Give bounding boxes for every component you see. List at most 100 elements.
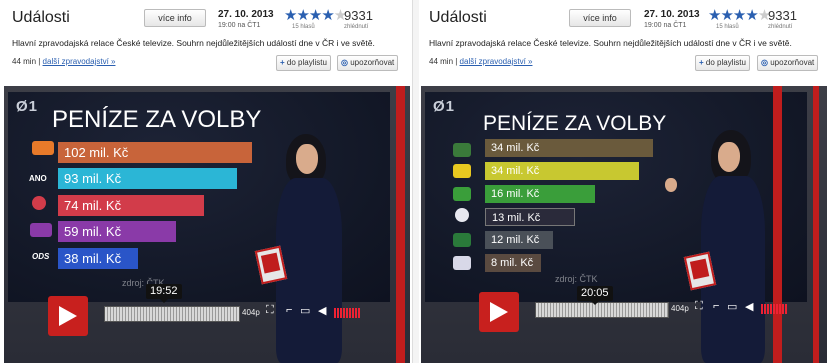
plus-icon: +	[280, 58, 285, 67]
party-logo-spo	[453, 143, 471, 157]
video-player[interactable]: Ø1 PENÍZE ZA VOLBY 102 mil. Kč ANO 93 mi…	[4, 86, 410, 363]
party-logo-kdu	[453, 164, 471, 178]
party-logo-usvit	[455, 208, 469, 222]
screen-icon[interactable]: ▭	[300, 304, 310, 317]
chart-bar-2: 34 mil. Kč	[485, 162, 639, 180]
broadcast-date: 27. 10. 2013	[218, 9, 274, 20]
chart-bar-3: 74 mil. Kč	[58, 195, 204, 216]
duration: 44 min	[429, 57, 454, 66]
more-news-link[interactable]: další zpravodajství »	[43, 57, 116, 66]
show-title[interactable]: Události	[12, 9, 70, 27]
fullscreen-icon[interactable]: ⛶	[266, 304, 274, 317]
chart-bar-5: 12 mil. Kč	[485, 231, 553, 249]
add-to-playlist-button[interactable]: + do playlistu	[695, 55, 750, 71]
current-time: 20:05	[577, 286, 613, 305]
studio-red-bar-edge	[813, 86, 819, 363]
chart-bar-6: 8 mil. Kč	[485, 254, 541, 272]
show-description: Hlavní zpravodajská relace České televiz…	[12, 38, 375, 48]
ratings-count: 15 hlasů	[292, 24, 315, 30]
party-logo-suverenita	[453, 256, 471, 270]
views-count: 9331	[768, 8, 797, 23]
channel-logo: Ø1	[433, 98, 456, 115]
views-count: 9331	[344, 8, 373, 23]
party-logo-top09	[30, 223, 52, 237]
card-header: Události více info 27. 10. 2013 19:00 na…	[10, 0, 410, 86]
play-button[interactable]	[48, 296, 88, 336]
bell-icon: ◎	[341, 58, 348, 67]
duration-line: 44 min | další zpravodajství »	[429, 57, 533, 66]
video-card-2: Události více info 27. 10. 2013 19:00 na…	[421, 0, 827, 363]
star-half-icon[interactable]: ★	[745, 7, 758, 24]
duration: 44 min	[12, 57, 37, 66]
broadcast-date: 27. 10. 2013	[644, 9, 700, 20]
playlist-label: do playlistu	[286, 58, 327, 67]
panel-divider	[412, 0, 419, 363]
chart-title: PENÍZE ZA VOLBY	[483, 112, 667, 135]
duration-line: 44 min | další zpravodajství »	[12, 57, 116, 66]
notify-button[interactable]: ◎ upozorňovat	[337, 55, 399, 71]
playlist-label: do playlistu	[705, 58, 746, 67]
presenter-face	[718, 142, 740, 172]
popout-icon[interactable]: ⌐	[713, 300, 719, 312]
source-watermark: zdroj: ČTK	[555, 274, 598, 284]
rating-stars[interactable]: ★★★★★	[284, 6, 347, 24]
presenter-face	[296, 144, 318, 174]
show-description: Hlavní zpravodajská relace České televiz…	[429, 38, 792, 48]
chart-bar-1: 34 mil. Kč	[485, 139, 653, 157]
party-logo-ods: ODS	[32, 252, 50, 261]
volume-slider[interactable]	[334, 308, 360, 318]
party-logo-kscm	[32, 196, 46, 210]
bell-icon: ◎	[761, 58, 768, 67]
ratings-count: 15 hlasů	[716, 24, 739, 30]
play-icon	[490, 302, 508, 322]
chart-bar-4: 13 mil. Kč	[485, 208, 575, 226]
party-logo-cssd	[32, 141, 54, 155]
more-info-button[interactable]: více info	[569, 9, 631, 27]
seek-bar[interactable]	[535, 302, 669, 318]
quality-selector[interactable]: 404p	[671, 304, 689, 313]
add-to-playlist-button[interactable]: + do playlistu	[276, 55, 331, 71]
volume-icon[interactable]: ◀	[318, 304, 326, 317]
chart-title: PENÍZE ZA VOLBY	[52, 106, 262, 133]
chart-bar-3: 16 mil. Kč	[485, 185, 595, 203]
screen-icon[interactable]: ▭	[727, 300, 737, 313]
card-header: Události více info 27. 10. 2013 19:00 na…	[427, 0, 827, 86]
show-title[interactable]: Události	[429, 9, 487, 27]
video-player[interactable]: Ø1 PENÍZE ZA VOLBY 34 mil. Kč 34 mil. Kč…	[421, 86, 827, 363]
plus-icon: +	[699, 58, 704, 67]
views-label: zhlédnutí	[344, 24, 369, 30]
chart-bar-4: 59 mil. Kč	[58, 221, 176, 242]
presenter-body	[276, 178, 342, 363]
video-card-1: Události více info 27. 10. 2013 19:00 na…	[4, 0, 410, 363]
party-logo-svobodni	[453, 233, 471, 247]
star-icon[interactable]: ★★★	[284, 7, 322, 24]
notify-label: upozorňovat	[350, 58, 395, 67]
star-icon[interactable]: ★★★	[708, 7, 746, 24]
chart-bar-2: 93 mil. Kč	[58, 168, 237, 189]
popout-icon[interactable]: ⌐	[286, 304, 292, 316]
play-icon	[59, 306, 77, 326]
chart-bar-1: 102 mil. Kč	[58, 142, 252, 163]
seek-bar[interactable]	[104, 306, 240, 322]
party-logo-ano: ANO	[29, 174, 47, 183]
volume-icon[interactable]: ◀	[745, 300, 753, 313]
channel-logo: Ø1	[16, 98, 39, 115]
presenter-hand	[665, 178, 677, 192]
more-news-link[interactable]: další zpravodajství »	[460, 57, 533, 66]
star-half-icon[interactable]: ★	[321, 7, 334, 24]
more-info-button[interactable]: více info	[144, 9, 206, 27]
notify-label: upozorňovat	[770, 58, 815, 67]
views-label: zhlédnutí	[768, 24, 793, 30]
chart-bar-5: 38 mil. Kč	[58, 248, 138, 269]
current-time: 19:52	[146, 284, 182, 303]
broadcast-time: 19:00 na ČT1	[644, 22, 687, 29]
volume-slider[interactable]	[761, 304, 787, 314]
play-button[interactable]	[479, 292, 519, 332]
studio-red-bar	[773, 86, 782, 363]
broadcast-time: 19:00 na ČT1	[218, 22, 261, 29]
rating-stars[interactable]: ★★★★★	[708, 6, 771, 24]
fullscreen-icon[interactable]: ⛶	[695, 300, 703, 313]
notify-button[interactable]: ◎ upozorňovat	[757, 55, 819, 71]
quality-selector[interactable]: 404p	[242, 308, 260, 317]
studio-red-bar	[396, 86, 405, 363]
